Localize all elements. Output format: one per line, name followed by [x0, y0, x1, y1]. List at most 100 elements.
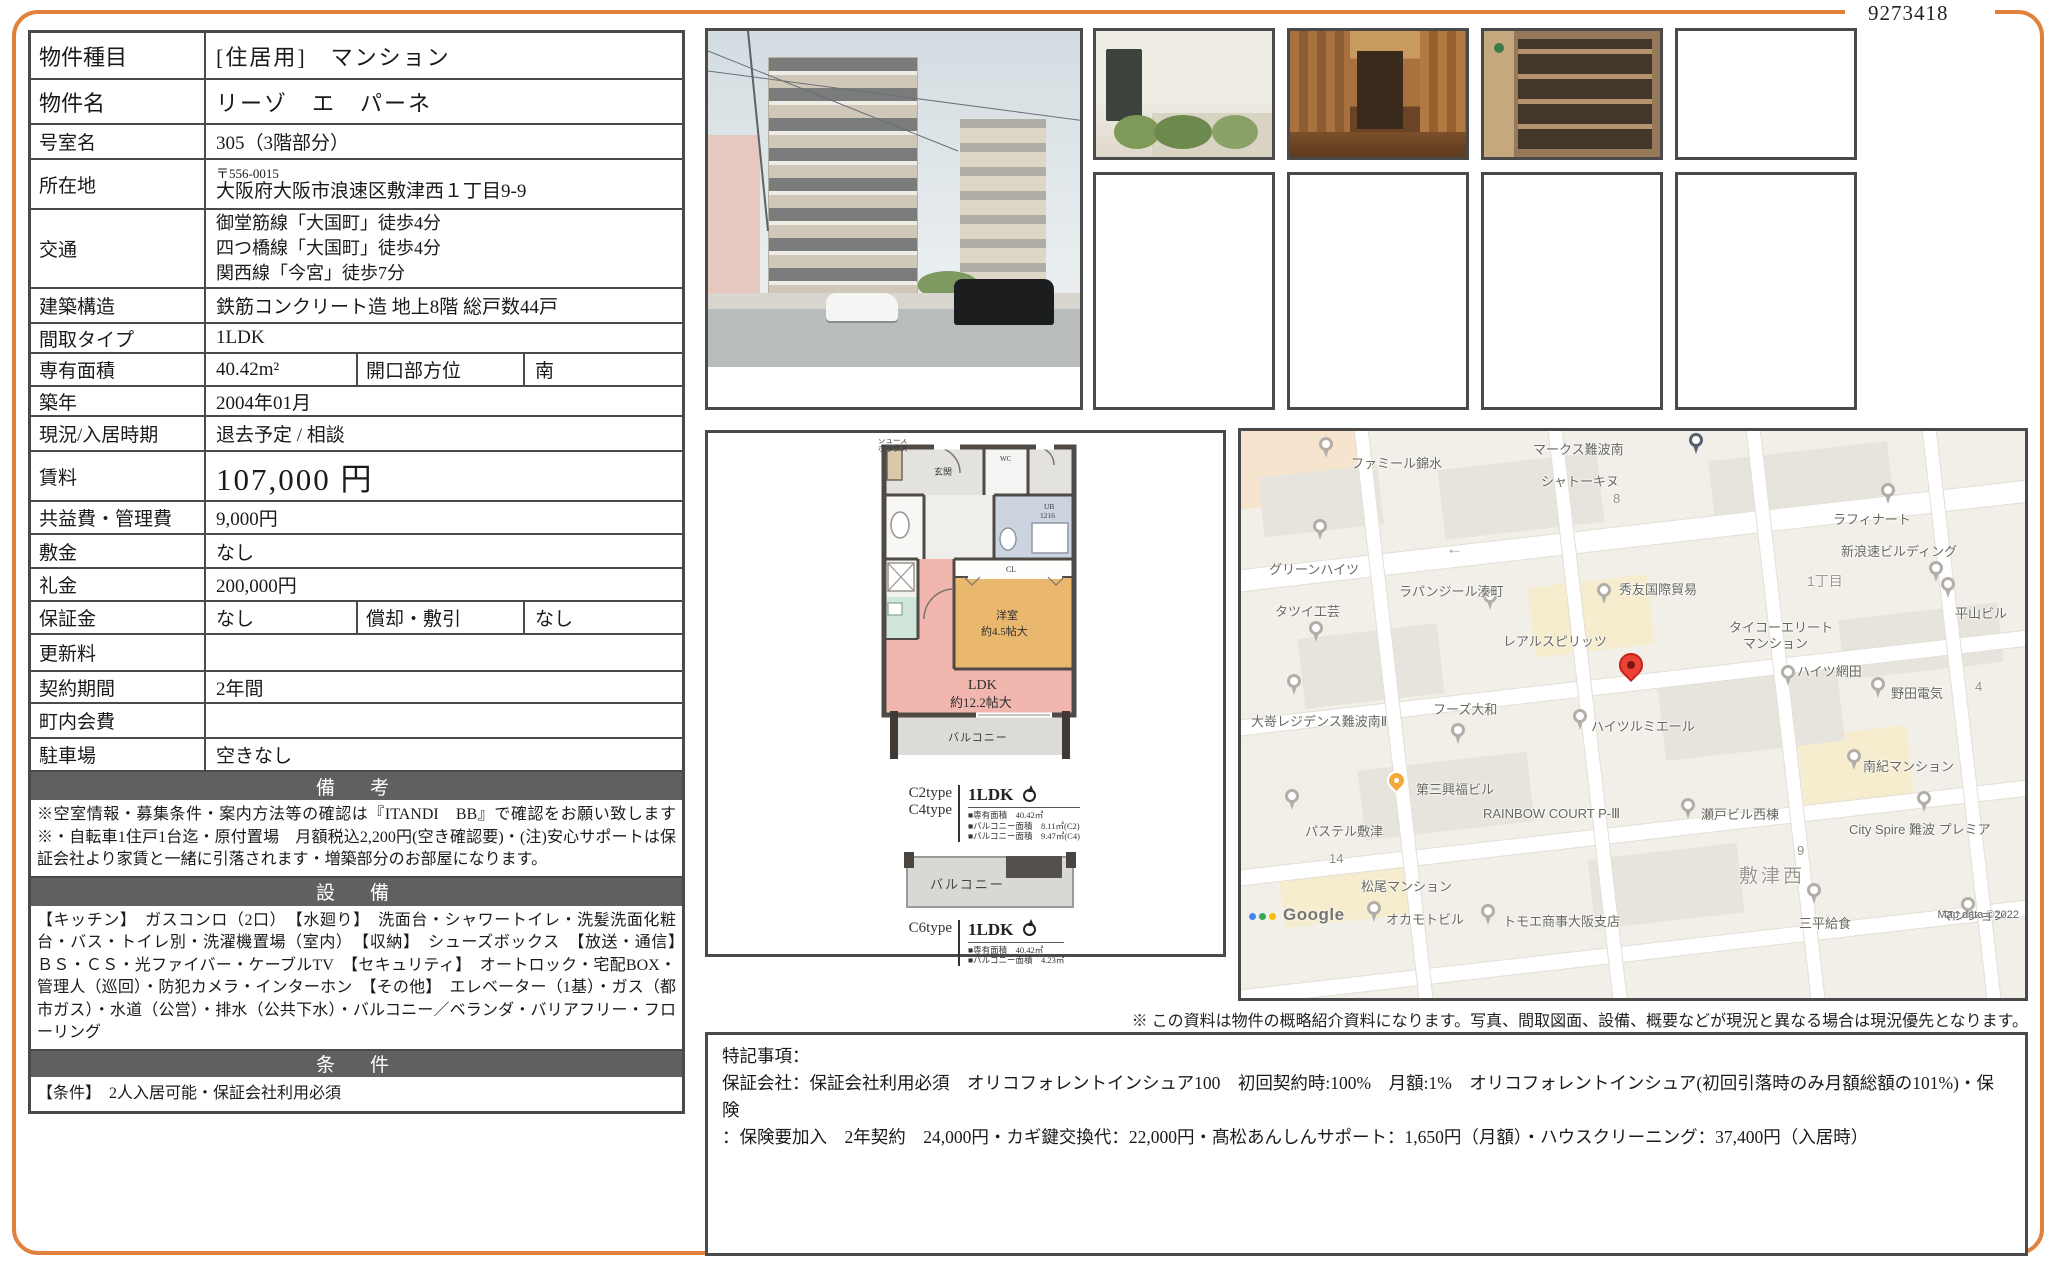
- row-value: 空きなし: [206, 739, 682, 770]
- row-label: 駐車場: [31, 739, 206, 770]
- table-row: 共益費・管理費9,000円: [31, 500, 682, 533]
- row-value: なし: [206, 602, 358, 633]
- special-notes-line: 保証会社：保証会社利用必須 オリコフォレントインシュア100 初回契約時:100…: [722, 1070, 2011, 1124]
- google-dots: [1249, 913, 1276, 920]
- map-pin: [1929, 561, 1943, 575]
- plan-type: C2type: [896, 785, 952, 802]
- transit-line: 御堂筋線「大国町」徒歩4分: [216, 211, 441, 236]
- special-notes-box: 特記事項： 保証会社：保証会社利用必須 オリコフォレントインシュア100 初回契…: [705, 1032, 2028, 1256]
- photo-entrance: [1093, 28, 1275, 160]
- map-pin: [1309, 621, 1323, 635]
- table-row: 交通 御堂筋線「大国町」徒歩4分 四つ橋線「大国町」徒歩4分 関西線「今宮」徒歩…: [31, 208, 682, 287]
- plan-type: C4type: [896, 802, 952, 819]
- floorplan-label-wc: WC: [1000, 455, 1012, 463]
- transit-line: 四つ橋線「大国町」徒歩4分: [216, 236, 441, 261]
- map-pin: [1847, 749, 1861, 763]
- map-label: パステル敷津: [1305, 821, 1383, 840]
- power-lines: [708, 31, 1083, 367]
- map-label: 第三興福ビル: [1416, 779, 1494, 798]
- map-pin: [1941, 577, 1955, 591]
- photo-mailboxes: [1481, 28, 1663, 160]
- plan-layout: 1LDK: [968, 920, 1013, 940]
- map-pin: [1481, 904, 1495, 918]
- photo-hallway: [1287, 28, 1469, 160]
- map-label: ファミール錦水: [1351, 453, 1442, 472]
- row-label: 契約期間: [31, 672, 206, 702]
- map-pin: [1781, 665, 1795, 679]
- row-label: 保証金: [31, 602, 206, 633]
- map-label: ハイツ網田: [1797, 661, 1862, 680]
- floorplan-label-ldk: LDK: [968, 678, 997, 693]
- map-label: グリーンハイツ: [1269, 559, 1359, 578]
- map-label: トモエ商事大阪支店: [1503, 911, 1620, 930]
- map-label: 南紀マンション: [1863, 756, 1954, 775]
- entrance-sign: [1106, 49, 1142, 121]
- row-label: 間取タイプ: [31, 324, 206, 352]
- map-label: オカモトビル: [1386, 909, 1464, 928]
- floorplan-label-entrance: 玄関: [934, 466, 952, 477]
- row-label: 交通: [31, 210, 206, 287]
- floorplan-label-room: 洋室: [996, 608, 1018, 622]
- row-value: 1LDK: [206, 324, 682, 352]
- svg-text:ボックス: ボックス: [878, 444, 908, 453]
- floorplan-label-ub: UB: [1044, 502, 1054, 511]
- plan-spec: ■専有面積 40.42㎡ ■バルコニー面積 8.11㎡(C2) ■バルコニー面積…: [968, 807, 1080, 842]
- row-label: 礼金: [31, 569, 206, 600]
- map-label: 4: [1975, 679, 1982, 694]
- row-label: 専有面積: [31, 354, 206, 385]
- row-value: 退去予定 / 相談: [206, 417, 682, 450]
- map-pin: [1689, 433, 1703, 447]
- row-value: 南: [525, 354, 682, 385]
- equipment-text: 【キッチン】 ガスコンロ（2口） 【水廻り】 洗面台・シャワートイレ・洗髪洗面化…: [31, 906, 682, 1049]
- row-label: 物件種目: [31, 33, 206, 78]
- table-row: 現況/入居時期退去予定 / 相談: [31, 415, 682, 450]
- row-label: 現況/入居時期: [31, 417, 206, 450]
- transit-line: 関西線「今宮」徒歩7分: [216, 261, 405, 286]
- doc-number: 9273418: [1868, 1, 1949, 26]
- row-value: 御堂筋線「大国町」徒歩4分 四つ橋線「大国町」徒歩4分 関西線「今宮」徒歩7分: [206, 210, 682, 287]
- table-row: 賃料107,000 円: [31, 450, 682, 500]
- table-row: 更新料: [31, 633, 682, 670]
- photo-slot-empty: [1675, 172, 1857, 410]
- row-value: [206, 704, 682, 737]
- map-pin: [1285, 789, 1299, 803]
- google-logo: Google: [1283, 905, 1345, 925]
- map-pin: [1451, 723, 1465, 737]
- row-label: 号室名: [31, 125, 206, 158]
- building-exterior-art: [708, 31, 1080, 367]
- property-table: 物件種目[住居用] マンション 物件名リーゾ エ パーネ 号室名305（3階部分…: [28, 30, 685, 1114]
- table-row: 物件種目[住居用] マンション: [31, 33, 682, 78]
- map-pin: [1319, 437, 1333, 451]
- floorplan-label-cl: CL: [1006, 565, 1016, 574]
- row-label: 町内会費: [31, 704, 206, 737]
- table-row: 間取タイプ1LDK: [31, 322, 682, 352]
- map-label: 瀬戸ビル西棟: [1701, 804, 1779, 823]
- row-value: [206, 635, 682, 670]
- section-bar-remarks: 備 考: [31, 770, 682, 800]
- row-value: なし: [525, 602, 682, 633]
- table-row: 礼金200,000円: [31, 567, 682, 600]
- row-label: 開口部方位: [358, 354, 525, 385]
- disclaimer-note: ※ この資料は物件の概略紹介資料になります。写真、間取図面、設備、概要などが現況…: [1132, 1007, 2028, 1031]
- floor-plan-legend: C2type C4type 1LDK ■専有面積 40.42㎡ ■バルコニー面積…: [896, 785, 1116, 966]
- photo-slot-empty: [1675, 28, 1857, 160]
- postal-code: 〒556-0015: [216, 166, 279, 181]
- svg-text:約12.2帖大: 約12.2帖大: [950, 695, 1012, 710]
- row-value: なし: [206, 535, 682, 567]
- photo-slot-empty: [1287, 172, 1469, 410]
- row-value: リーゾ エ パーネ: [206, 80, 682, 123]
- plan-layout: 1LDK: [968, 785, 1013, 805]
- row-value: 40.42m²: [206, 354, 358, 385]
- table-row: 築年2004年01月: [31, 385, 682, 415]
- section-bar-equipment: 設 備: [31, 876, 682, 906]
- rent-value: 107,000 円: [206, 452, 682, 500]
- row-label: 建築構造: [31, 289, 206, 322]
- table-row: 号室名305（3階部分）: [31, 123, 682, 158]
- table-row: 物件名リーゾ エ パーネ: [31, 78, 682, 123]
- row-label: 償却・敷引: [358, 602, 525, 633]
- map-label: タツイ工芸: [1275, 601, 1340, 620]
- floor-plan-panel: シューズ ボックス 玄関 WC UB 1216 CL 洋室 約4.5帖大 LDK…: [705, 430, 1226, 957]
- map-label: レアルスピリッツ: [1503, 631, 1607, 650]
- remarks-text: ※空室情報・募集条件・案内方法等の確認は『ITANDI BB』で確認をお願い致し…: [31, 800, 682, 876]
- location-map: ファミール錦水マークス難波南シャトーキヌ8ラフィナートグリーンハイツ新浪速ビルデ…: [1238, 428, 2028, 1001]
